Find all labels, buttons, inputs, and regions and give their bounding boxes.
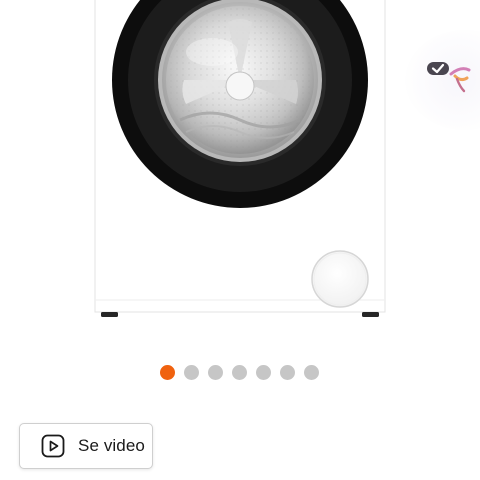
carousel-dot-4[interactable] bbox=[232, 364, 247, 380]
carousel-dot-7[interactable] bbox=[304, 364, 319, 380]
carousel-dot-2[interactable] bbox=[184, 364, 199, 380]
carousel-dot-6[interactable] bbox=[280, 364, 295, 380]
carousel-dot-3[interactable] bbox=[208, 364, 223, 380]
carousel-dot-5[interactable] bbox=[256, 364, 271, 380]
see-video-button[interactable]: Se video bbox=[19, 423, 153, 469]
play-icon bbox=[41, 434, 65, 458]
product-image-washing-machine[interactable] bbox=[0, 0, 480, 330]
image-carousel-pagination bbox=[160, 364, 319, 380]
product-page: Se video bbox=[0, 0, 480, 480]
checkmark-badge-icon bbox=[427, 62, 471, 93]
carousel-dot-1[interactable] bbox=[160, 364, 175, 380]
see-video-label: Se video bbox=[78, 436, 145, 455]
